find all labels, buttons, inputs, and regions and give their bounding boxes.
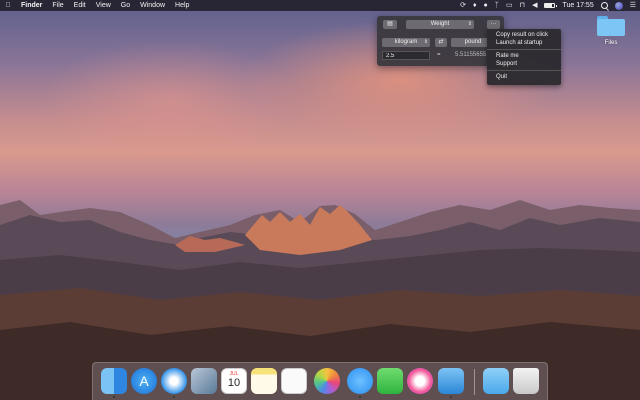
menu-item-rate-me[interactable]: Rate me: [487, 52, 561, 60]
swap-units-button[interactable]: ⇄: [435, 38, 447, 47]
category-select-value: Weight: [430, 21, 450, 27]
dock-app-store-icon[interactable]: A: [131, 368, 157, 394]
svg-text:A: A: [139, 373, 149, 389]
value-input[interactable]: [382, 51, 430, 60]
chevron-updown-icon: ⇕: [423, 39, 428, 45]
menu-separator: [487, 49, 561, 50]
siri-icon[interactable]: [614, 1, 623, 10]
equals-sign: =: [437, 52, 441, 58]
menu-item-launch-startup[interactable]: Launch at startup: [487, 39, 561, 47]
airplay-icon[interactable]: ▭: [506, 0, 513, 11]
desktop-folder-label: Files: [604, 40, 618, 46]
dock-divider: [474, 369, 475, 395]
volume-icon[interactable]: ◀: [532, 0, 537, 11]
folder-icon: [597, 16, 625, 36]
from-unit-value: kilogram: [394, 39, 418, 45]
dock-photos-icon[interactable]: [314, 368, 340, 394]
dock-facetime-icon[interactable]: [377, 368, 403, 394]
running-indicator: [359, 396, 361, 398]
bluetooth-icon[interactable]: ᛉ: [495, 0, 499, 11]
dock-preview-icon[interactable]: [191, 368, 217, 394]
menu-file[interactable]: File: [47, 0, 68, 11]
apple-icon[interactable]: : [0, 2, 16, 9]
dropbox-icon[interactable]: ♦: [473, 0, 477, 11]
dock-notes-icon[interactable]: [251, 368, 277, 394]
calendar-day: 10: [227, 377, 241, 389]
more-button[interactable]: ···: [487, 20, 500, 29]
from-unit-select[interactable]: kilogram ⇕: [382, 38, 430, 47]
menu-item-support[interactable]: Support: [487, 60, 561, 68]
menu-item-quit[interactable]: Quit: [487, 73, 561, 81]
chevron-updown-icon: ⇕: [467, 21, 472, 27]
dock: A JUL 10: [92, 362, 548, 400]
battery-icon[interactable]: [544, 3, 558, 8]
battery-level: [545, 4, 553, 7]
wifi-icon[interactable]: ⊓: [520, 0, 525, 11]
dock-trash-icon[interactable]: [513, 368, 539, 394]
dock-itunes-icon[interactable]: [407, 368, 433, 394]
menu-help[interactable]: Help: [170, 0, 194, 11]
desktop-folder-files[interactable]: Files: [594, 16, 628, 46]
running-indicator: [113, 396, 115, 398]
dock-calendar-icon[interactable]: JUL 10: [221, 368, 247, 394]
dock-finder-icon[interactable]: [101, 368, 127, 394]
menubar-clock[interactable]: Tue 17:55: [562, 2, 593, 9]
dock-converter-icon[interactable]: [438, 368, 464, 394]
menu-window[interactable]: Window: [135, 0, 170, 11]
menu-go[interactable]: Go: [116, 0, 135, 11]
converter-popover: ▤ Weight ⇕ ··· kilogram ⇕ ⇄ pound = 5.51…: [377, 16, 504, 66]
notification-center-icon[interactable]: ☰: [630, 0, 636, 11]
menu-view[interactable]: View: [91, 0, 116, 11]
to-unit-value: pound: [464, 39, 482, 45]
options-menu: Copy result on click Launch at startup R…: [487, 29, 561, 85]
dock-downloads-folder-icon[interactable]: [483, 368, 509, 394]
category-select[interactable]: Weight ⇕: [406, 20, 474, 29]
menu-edit[interactable]: Edit: [69, 0, 91, 11]
menu-app-finder[interactable]: Finder: [16, 0, 47, 11]
converter-status-icon[interactable]: ⟳: [460, 0, 466, 11]
spotlight-icon[interactable]: [600, 2, 608, 9]
dock-reminders-icon[interactable]: [281, 368, 307, 394]
menu-bar:  Finder File Edit View Go Window Help ⟳…: [0, 0, 640, 11]
running-indicator: [173, 396, 175, 398]
swap-arrows-icon: ⇄: [438, 39, 444, 45]
menu-separator: [487, 70, 561, 71]
running-indicator: [450, 396, 452, 398]
book-icon[interactable]: ▤: [383, 20, 397, 29]
notification-icon[interactable]: ●: [484, 0, 488, 11]
dock-messages-icon[interactable]: [347, 368, 373, 394]
menu-item-copy-result[interactable]: Copy result on click: [487, 31, 561, 39]
dock-safari-icon[interactable]: [161, 368, 187, 394]
